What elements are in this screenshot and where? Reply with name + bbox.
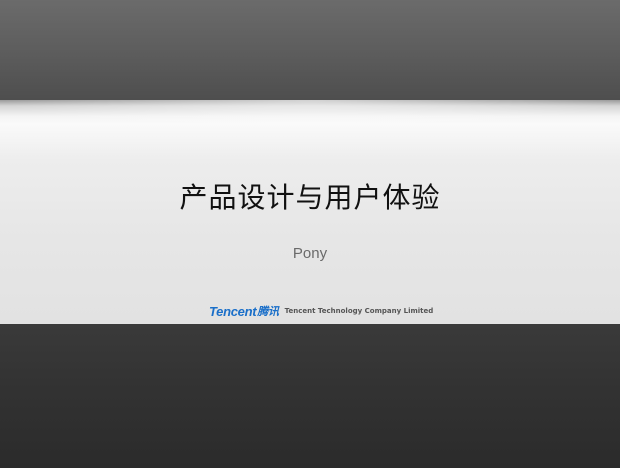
company-name: Tencent Technology Company Limited [284, 307, 434, 315]
logo-wordmark: Tencent [209, 303, 257, 319]
tencent-logo: Tencent 腾讯 [209, 303, 279, 319]
slide-title: 产品设计与用户体验 [179, 181, 441, 214]
logo-chinese-mark: 腾讯 [257, 305, 279, 318]
top-dark-band [0, 0, 620, 100]
bottom-dark-band [0, 324, 620, 468]
presentation-slide: 产品设计与用户体验 Pony Tencent 腾讯 Tencent Techno… [0, 0, 620, 468]
slide-subtitle: Pony [292, 245, 328, 262]
slide-footer: Tencent 腾讯 Tencent Technology Company Li… [209, 302, 433, 320]
